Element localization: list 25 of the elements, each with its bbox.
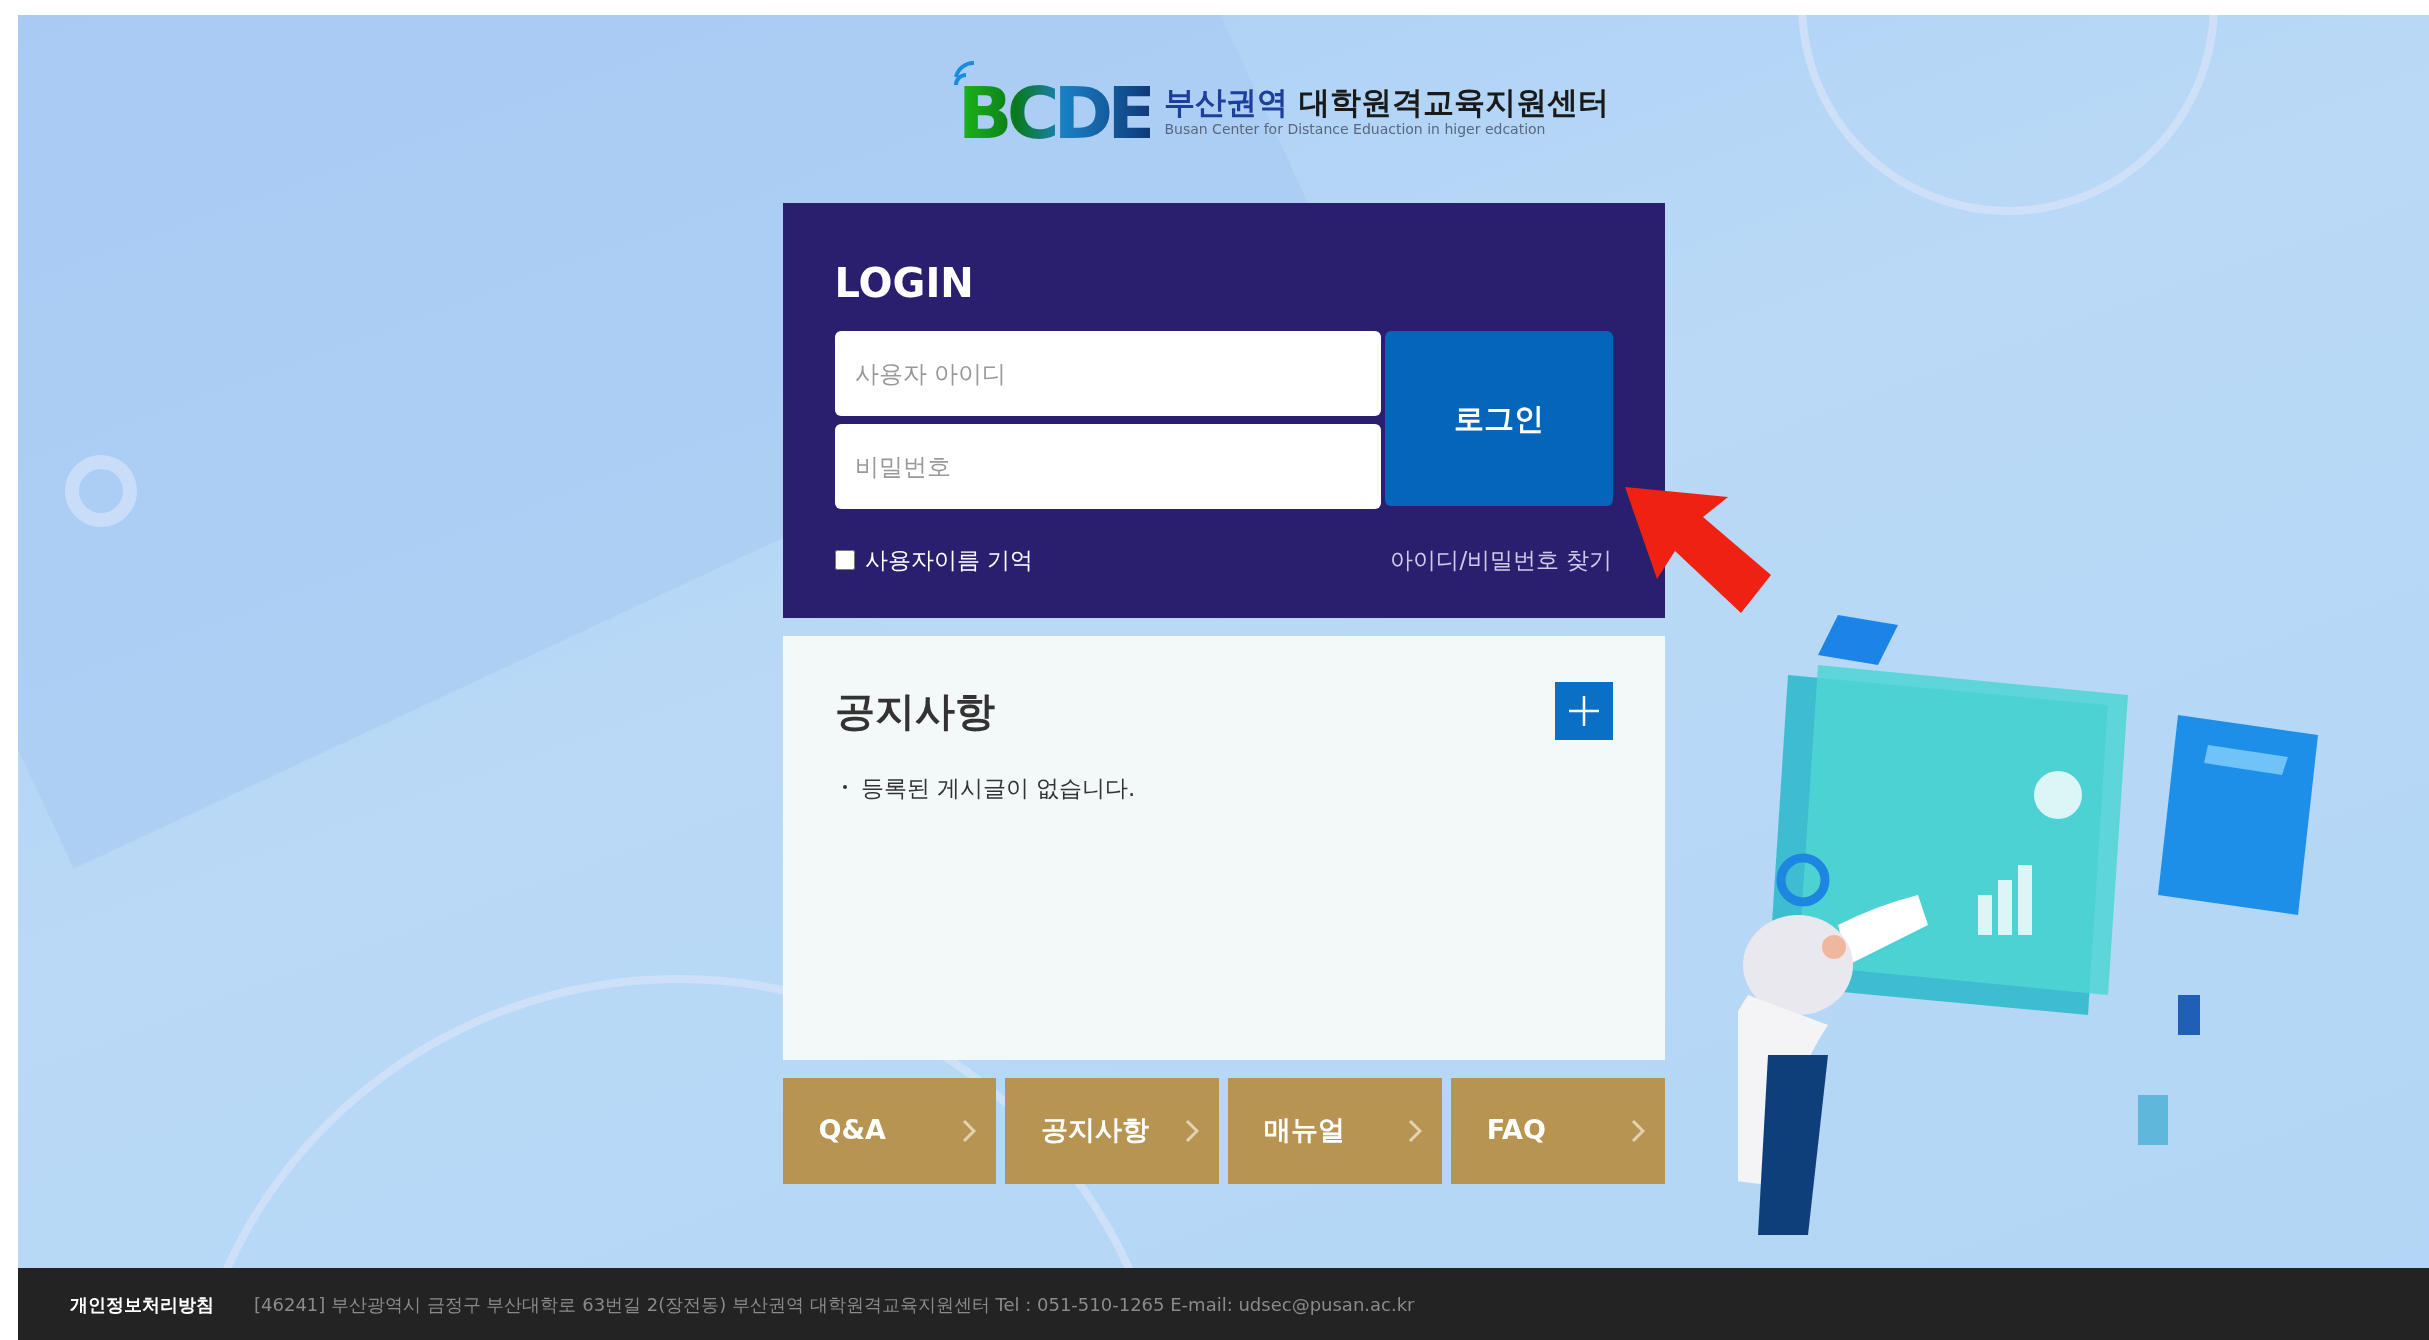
chevron-right-icon bbox=[1407, 1118, 1422, 1143]
quick-link-button[interactable]: 공지사항 bbox=[1005, 1077, 1219, 1184]
login-button[interactable]: 로그인 bbox=[1384, 331, 1613, 506]
chevron-right-icon bbox=[1185, 1118, 1199, 1143]
username-field[interactable]: 사용자 아이디 bbox=[834, 331, 1381, 416]
plus-icon bbox=[1567, 694, 1600, 727]
remember-checkbox[interactable] bbox=[834, 550, 855, 571]
more-button[interactable] bbox=[1554, 681, 1613, 740]
logo-title: 부산권역 대학원격교육지원센터 bbox=[1164, 84, 1610, 120]
find-account-link[interactable]: 아이디/비밀번호 찾기 bbox=[1390, 543, 1613, 578]
chevron-right-icon bbox=[1630, 1118, 1645, 1143]
privacy-policy-link[interactable]: 개인정보처리방침 bbox=[70, 1290, 214, 1318]
quick-link-button[interactable]: 매뉴얼 bbox=[1228, 1077, 1442, 1184]
quick-link-button[interactable]: Q&A bbox=[782, 1077, 997, 1184]
chevron-right-icon bbox=[962, 1118, 977, 1143]
footer-address: [46241] 부산광역시 금정구 부산대학로 63번길 2(장전동) 부산권역 대학원격교육지원센터 Tel : 051-510-1265 E-mail: udsec@pusan.ac.kr bbox=[254, 1292, 1415, 1317]
circle-decoration bbox=[65, 455, 137, 527]
password-field[interactable]: 비밀번호 bbox=[834, 424, 1381, 509]
remember-label: 사용자이름 기억 bbox=[864, 546, 1033, 575]
notice-title: 공지사항 bbox=[834, 686, 995, 736]
logo-subtitle: Busan Center for Distance Eduaction in higer edcation bbox=[1164, 120, 1547, 140]
bullet-icon bbox=[842, 784, 847, 789]
login-title: LOGIN bbox=[834, 259, 975, 308]
notice-item: 등록된 게시글이 없습니다. bbox=[860, 774, 1136, 801]
quick-link-button[interactable]: FAQ bbox=[1450, 1077, 1665, 1184]
